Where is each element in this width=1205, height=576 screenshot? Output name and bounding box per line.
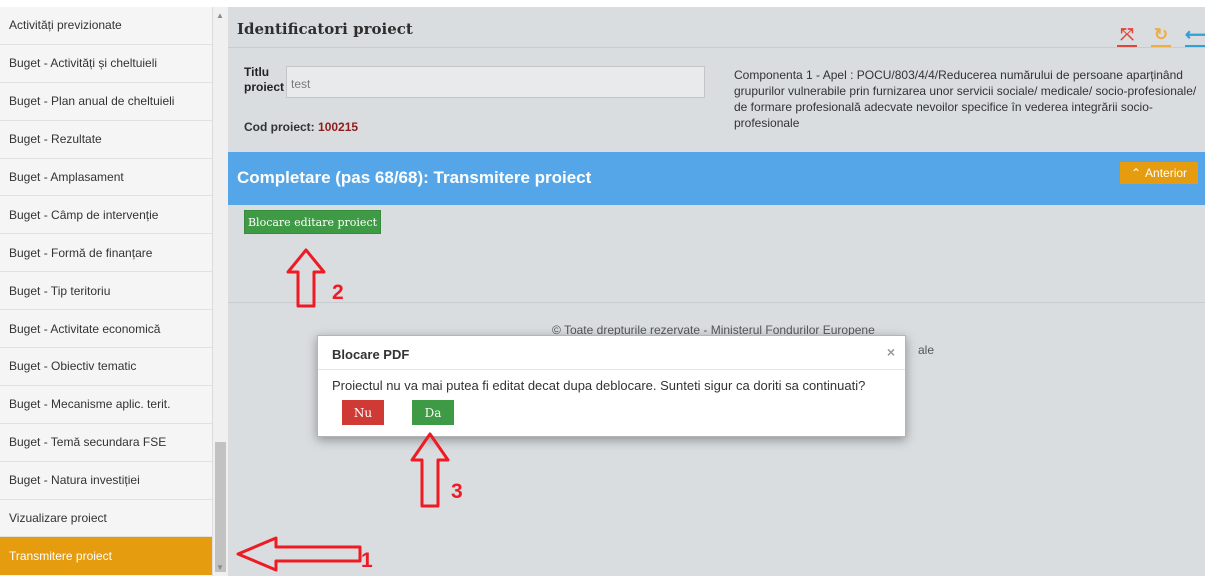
header-icon-group: ⤧ ↻ ⟵ [1117, 25, 1205, 47]
app-root: Activități previzionate Buget - Activită… [0, 0, 1205, 576]
anterior-label: Anterior [1145, 166, 1188, 180]
sidebar-item-buget-tema-secundara[interactable]: Buget - Temă secundara FSE [0, 423, 212, 462]
step-title: Completare (pas 68/68): Transmitere proi… [237, 168, 592, 187]
sidebar-item-buget-tip-teritoriu[interactable]: Buget - Tip teritoriu [0, 272, 212, 311]
scrollbar-thumb[interactable] [215, 442, 226, 572]
sidebar-scrollbar[interactable]: ▲ ▼ [212, 7, 228, 576]
annotation-number-1: 1 [361, 549, 373, 572]
titlu-proiect-field[interactable]: test [286, 66, 705, 98]
annotation-arrow-up-3 [410, 432, 450, 508]
page-title: Identificatori proiect [237, 20, 413, 38]
annotation-arrow-up-2 [286, 248, 326, 308]
sidebar-item-activitati-previzionate[interactable]: Activități previzionate [0, 7, 212, 45]
sidebar-item-buget-natura-investitiei[interactable]: Buget - Natura investiției [0, 461, 212, 500]
close-icon[interactable]: × [887, 344, 895, 360]
sidebar-item-buget-plan-anual[interactable]: Buget - Plan anual de cheltuieli [0, 82, 212, 121]
annotation-arrow-left [236, 536, 362, 572]
da-button[interactable]: Da [412, 400, 454, 425]
sidebar-item-buget-activitati[interactable]: Buget - Activități și cheltuieli [0, 44, 212, 83]
scroll-up-icon[interactable]: ▲ [216, 11, 224, 20]
sidebar-item-buget-obiectiv-tematic[interactable]: Buget - Obiectiv tematic [0, 348, 212, 386]
dialog-title: Blocare PDF [332, 347, 410, 362]
sidebar-item-buget-rezultate[interactable]: Buget - Rezultate [0, 120, 212, 159]
project-info: Titlu proiect test Cod proiect: 100215 C… [228, 49, 1205, 152]
titlu-proiect-label: Titlu proiect [244, 65, 285, 94]
cod-proiect-value: 100215 [318, 120, 359, 134]
sidebar-item-transmitere-proiect[interactable]: Transmitere proiect [0, 537, 212, 576]
scroll-down-icon[interactable]: ▼ [216, 563, 224, 572]
arrow-icon[interactable]: ⟵ [1185, 25, 1205, 47]
top-band [228, 0, 1205, 7]
sidebar-item-buget-camp-interventie[interactable]: Buget - Câmp de intervenție [0, 196, 212, 235]
cod-proiect-label: Cod proiect: [244, 120, 315, 134]
footer-copyright-cont: ale [918, 343, 935, 357]
sidebar-item-buget-forma-finantare[interactable]: Buget - Formă de finanțare [0, 234, 212, 273]
dialog-header: Blocare PDF × [318, 336, 905, 370]
annotation-number-3: 3 [451, 480, 463, 503]
sidebar-item-buget-amplasament[interactable]: Buget - Amplasament [0, 158, 212, 197]
chevron-up-icon: ⌃ [1130, 166, 1142, 180]
step-bar: Completare (pas 68/68): Transmitere proi… [228, 152, 1205, 205]
cod-proiect: Cod proiect: 100215 [244, 120, 358, 134]
refresh-icon[interactable]: ↻ [1151, 25, 1171, 47]
annotation-number-2: 2 [332, 281, 344, 304]
sidebar-nav: Activități previzionate Buget - Activită… [0, 7, 212, 576]
expand-icon[interactable]: ⤧ [1117, 25, 1137, 47]
main-content: Identificatori proiect ⤧ ↻ ⟵ Titlu proie… [228, 0, 1205, 576]
dialog-message: Proiectul nu va mai putea fi editat deca… [332, 378, 866, 393]
sidebar-item-vizualizare-proiect[interactable]: Vizualizare proiect [0, 499, 212, 538]
sidebar-item-buget-activitate-economica[interactable]: Buget - Activitate economică [0, 310, 212, 349]
nu-button[interactable]: Nu [342, 400, 384, 425]
anterior-button[interactable]: ⌃ Anterior [1120, 162, 1198, 184]
blocare-editare-button[interactable]: Blocare editare proiect [244, 210, 381, 234]
sidebar-item-buget-mecanisme[interactable]: Buget - Mecanisme aplic. terit. [0, 385, 212, 424]
identificatori-header: Identificatori proiect ⤧ ↻ ⟵ [228, 7, 1205, 48]
blocare-pdf-dialog: Blocare PDF × Proiectul nu va mai putea … [317, 335, 906, 437]
componenta-apel-text: Componenta 1 - Apel : POCU/803/4/4/Reduc… [734, 68, 1197, 130]
footer-divider [228, 302, 1205, 303]
